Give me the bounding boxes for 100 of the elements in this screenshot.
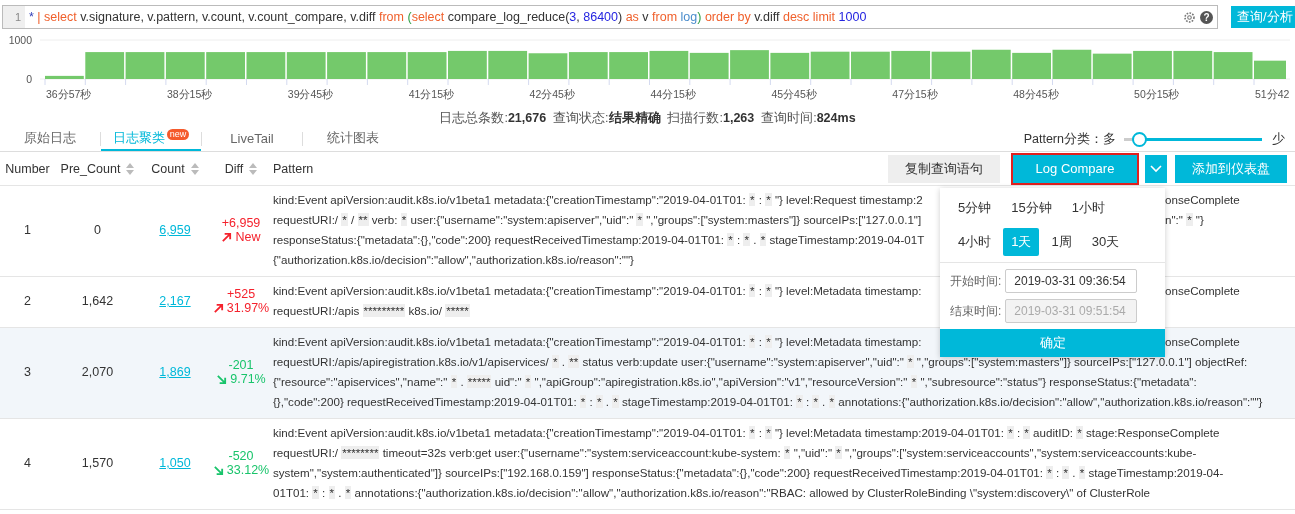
pattern-text: kind:Event apiVersion:audit.k8s.io/v1beta1 metadata:{"creationTimestamp":"2019-04-01T01: * : * "} level:Metadata timestamp: (273, 334, 922, 350)
histogram-bar[interactable] (246, 52, 286, 79)
time-range-option[interactable]: 15分钟 (1003, 194, 1060, 222)
time-range-option[interactable]: 4小时 (950, 228, 1000, 256)
histogram-bar[interactable] (1052, 49, 1092, 79)
axis-label: 1000 (8, 34, 32, 46)
sort-icon[interactable] (249, 162, 258, 175)
diff-change: 9.71% (230, 372, 266, 386)
histogram-bar[interactable] (689, 52, 729, 79)
tab[interactable]: 日志聚类 new (101, 127, 201, 151)
pattern-text: {"authorization.k8s.io/decision":"allow","authorization.k8s.io/reason":""} (273, 253, 634, 266)
table-cell-text: 1,570 (80, 456, 115, 470)
time-range-option[interactable]: 1周 (1043, 228, 1080, 256)
histogram-bar[interactable] (206, 52, 245, 79)
help-icon[interactable]: ? (1200, 10, 1213, 24)
new-badge: new (166, 129, 190, 140)
column-header: Count (151, 161, 185, 176)
pattern-text: onseComplete (1165, 192, 1240, 208)
histogram-bar[interactable] (165, 52, 205, 79)
histogram-bar[interactable] (931, 51, 971, 79)
table-cell-text: 2 (23, 294, 32, 308)
time-range-option[interactable]: 5分钟 (950, 194, 1000, 222)
line-number: 1 (3, 6, 25, 28)
pattern-text: requestURI:/ ******** timeout=32s verb:get user:{"username":"system:serviceaccount:kube-system: * ","uid":" * ","groups":["system:serviceaccounts","system:serviceaccounts:kube- (273, 446, 1197, 459)
column-header: Pre_Count (60, 161, 121, 176)
pattern-text: onseComplete (1165, 283, 1240, 299)
time-range-option[interactable]: 30天 (1083, 228, 1128, 256)
histogram-bar[interactable] (85, 52, 125, 79)
slider-thumb[interactable] (1131, 131, 1147, 147)
histogram-bar[interactable] (367, 52, 407, 79)
axis-label: 45分45秒 (771, 88, 817, 100)
diff-value: -201 (228, 358, 254, 372)
histogram-bar[interactable] (971, 49, 1011, 79)
time-range-option[interactable]: 1小时 (1063, 194, 1113, 222)
histogram-bar[interactable] (770, 52, 810, 79)
pattern-text: kind:Event apiVersion:audit.k8s.io/v1beta1 metadata:{"creationTimestamp":"2019-04-01T01: * : * "} level:Metadata timestamp: (273, 283, 922, 299)
histogram-bar[interactable] (1173, 50, 1213, 79)
histogram-bar[interactable] (810, 51, 850, 79)
diff-value: -520 (228, 449, 254, 463)
diff-value: +525 (226, 287, 256, 301)
diff-value: +6,959 (221, 216, 261, 230)
pattern-text: 01T01: * : * . * annotations:{"authorization.k8s.io/decision":"allow","authorization.k8s.io/reason":"RBAC: allowed by ClusterRoleBinding \"system:discovery\" of ClusterRole (273, 486, 1150, 499)
histogram-bar[interactable] (851, 51, 890, 79)
histogram-bar[interactable] (45, 75, 84, 79)
trend-arrow-icon (212, 302, 224, 314)
diff-change: 31.97% (226, 301, 270, 315)
axis-label: 51分42 (1255, 88, 1290, 100)
histogram-bar[interactable] (1092, 53, 1132, 79)
sort-icon[interactable] (126, 162, 135, 175)
histogram-bar[interactable] (407, 52, 447, 79)
table-cell-text: 2,070 (80, 365, 115, 379)
pattern-text: requestURI:/apis/apiregistration.k8s.io/v1/apiservices/ * . ** status verb:update user:{"username":"system:apiserver","uid":" * ","groups":["system:masters"]} sourceIPs:["127.0.0.1"] objectRef: (273, 355, 1248, 368)
slider-label: Pattern分类：多 (1023, 130, 1116, 148)
tab[interactable]: 原始日志 (0, 127, 100, 151)
histogram-bar[interactable] (327, 52, 366, 79)
pattern-text: {},"code":200} requestReceivedTimestamp:2019-04-01T01: * : * . * stageTimestamp:2019-04-01T01: * : * . * annotations:{"authorization.k8s.io/decision":"allow","authorization.k8s.io/reason":""} (273, 395, 1263, 408)
histogram-bar[interactable] (568, 52, 608, 79)
histogram-bar[interactable] (730, 50, 769, 79)
pattern-text: {"resource":"apiservices","name":" * . ***** uid":" * ","apiGroup":"apiregistration.k8s.io","apiVersion":"v1","resourceVersion":" * ","subresource":"status"} responseStatus:{"metadata": (273, 375, 1197, 388)
trend-arrow-icon (221, 231, 233, 243)
histogram-bar[interactable] (488, 50, 528, 79)
axis-label: 48分45秒 (1013, 88, 1059, 100)
diff-change: New (235, 230, 261, 244)
axis-label: 47分15秒 (892, 88, 938, 100)
histogram-bar[interactable] (891, 50, 931, 79)
slider-label: 少 (1272, 130, 1285, 148)
time-field[interactable]: 2019-03-31 09:36:54 (1005, 269, 1138, 293)
histogram-bar[interactable] (448, 50, 487, 79)
histogram-bar[interactable] (1213, 52, 1253, 79)
field-label: 开始时间: (950, 272, 1002, 290)
column-header: Pattern (273, 161, 314, 176)
pattern-text: kind:Event apiVersion:audit.k8s.io/v1beta1 metadata:{"creationTimestamp":"2019-04-01T01: * : * "} level:Metadata timestamp:2019-04-01T01: * : * auditID: * stage:ResponseComplete (273, 426, 1220, 439)
histogram-bar[interactable] (528, 53, 568, 79)
copy-query-button[interactable]: 复制查询语句 (888, 154, 1000, 183)
table-cell-text: 1 (23, 223, 32, 237)
column-header: Number (5, 161, 50, 176)
settings-icon[interactable] (1183, 10, 1196, 24)
histogram-bar[interactable] (609, 52, 648, 79)
histogram-bar[interactable] (125, 52, 165, 79)
query-field[interactable]: 1 * | select v.signature, v.pattern, v.count, v.count_compare, v.diff from (select compare_log_reduce(3, 86400) as v from log) order by v.diff desc limit 1000 ? (2, 5, 1218, 29)
sort-icon[interactable] (190, 162, 199, 175)
query-text: * | select v.signature, v.pattern, v.count, v.count_compare, v.diff from (select compare_log_reduce(3, 86400) as v from log) order by v.diff desc limit 1000 (28, 10, 868, 24)
table-cell-text: 4 (23, 456, 32, 470)
histogram-bar[interactable] (649, 50, 689, 79)
histogram-bar[interactable] (1012, 52, 1051, 79)
histogram-bar[interactable] (286, 52, 326, 79)
diff-change: 33.12% (226, 463, 270, 477)
table-cell-text: 0 (93, 223, 102, 237)
histogram-bar[interactable] (1254, 60, 1286, 79)
pattern-text: n":" * "} (1165, 212, 1204, 228)
tab[interactable]: 统计图表 (303, 127, 403, 151)
trend-arrow-icon (216, 373, 228, 385)
pattern-text: kind:Event apiVersion:audit.k8s.io/v1beta1 metadata:{"creationTimestamp":"2019-04-01T01: * : * "} level:Request timestamp:2 (273, 192, 923, 208)
axis-label: 39分45秒 (287, 88, 334, 100)
axis-label: 50分15秒 (1134, 88, 1180, 100)
dropdown-button[interactable] (1145, 154, 1167, 183)
tab[interactable]: LiveTail (202, 127, 302, 151)
histogram-bar[interactable] (1133, 50, 1172, 79)
trend-arrow-icon (212, 464, 224, 476)
axis-label: 38分15秒 (166, 88, 213, 100)
